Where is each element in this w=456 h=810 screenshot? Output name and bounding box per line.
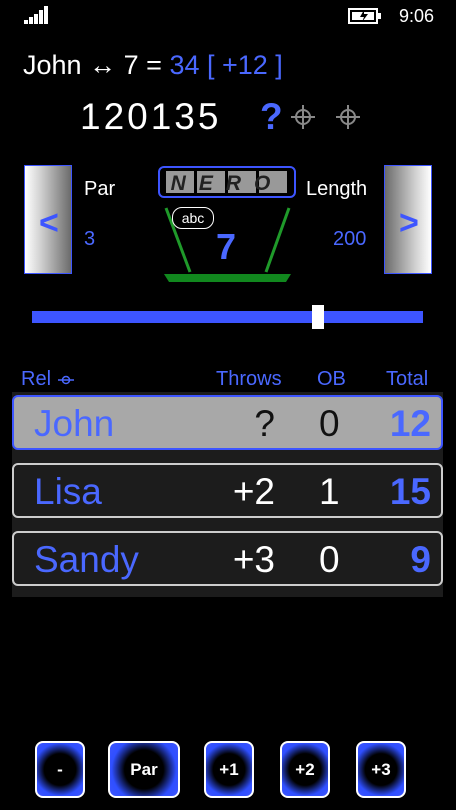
player-name: Lisa xyxy=(34,471,102,512)
header-total: Total xyxy=(386,368,429,390)
throws-value: +2 xyxy=(232,471,275,512)
plus-three-button[interactable]: +3 xyxy=(356,741,406,798)
score-summary: John ↔ 7 = 34 [ +12 ] xyxy=(23,50,283,81)
hole-number: 7 xyxy=(216,226,237,267)
total-value: 15 xyxy=(389,471,431,512)
clock: 9:06 xyxy=(399,6,435,26)
battery-charging-icon xyxy=(348,8,381,24)
signal-icon xyxy=(24,6,48,24)
crosshair-icon[interactable] xyxy=(290,104,316,130)
current-hole: 7 xyxy=(123,50,139,80)
abc-badge[interactable]: abc xyxy=(172,207,214,229)
next-hole-button[interactable]: > xyxy=(384,165,432,274)
hole-scores-row: 120135 xyxy=(80,96,222,137)
throws-value: ? xyxy=(254,403,275,444)
ob-value: 0 xyxy=(319,403,340,444)
par-label: Par xyxy=(84,178,116,200)
total-score: 34 xyxy=(169,50,200,80)
ob-value: 1 xyxy=(319,471,340,512)
unknown-score: ? xyxy=(260,96,283,137)
table-row[interactable]: Sandy +3 0 9 xyxy=(12,531,443,586)
link-icon xyxy=(57,375,74,384)
previous-hole-button[interactable]: < xyxy=(24,165,72,274)
minus-button[interactable]: - xyxy=(35,741,85,798)
hole-slider-track[interactable] xyxy=(32,311,423,323)
player-name: John xyxy=(34,403,115,444)
score-delta: [ +12 ] xyxy=(207,50,283,80)
header-throws: Throws xyxy=(216,368,282,390)
length-label: Length xyxy=(306,178,368,200)
total-value: 9 xyxy=(410,539,431,580)
header-ob: OB xyxy=(317,368,346,390)
chevron-left-icon: < xyxy=(39,204,59,242)
player-name: Sandy xyxy=(34,539,139,580)
plus-one-button[interactable]: +1 xyxy=(204,741,254,798)
hole-slider-thumb[interactable] xyxy=(312,305,325,329)
header-rel[interactable]: Rel xyxy=(21,368,75,391)
plus-two-button[interactable]: +2 xyxy=(280,741,330,798)
player-name: John xyxy=(23,50,82,80)
par-button[interactable]: Par xyxy=(108,741,180,798)
equals-sign: = xyxy=(146,50,162,80)
crosshair-icon[interactable] xyxy=(335,104,361,130)
throws-value: +3 xyxy=(232,539,275,580)
nero-logo: NERO xyxy=(158,166,296,198)
table-row[interactable]: John ? 0 12 xyxy=(12,395,443,450)
total-value: 12 xyxy=(389,403,431,444)
table-row[interactable]: Lisa +2 1 15 xyxy=(12,463,443,518)
par-value: 3 xyxy=(84,228,96,250)
status-bar: 9:06 xyxy=(0,0,456,34)
arrow-icon: ↔ xyxy=(89,50,117,80)
chevron-right-icon: > xyxy=(399,204,419,242)
svg-text:NERO: NERO xyxy=(171,172,284,195)
length-value: 200 xyxy=(333,228,367,250)
ob-value: 0 xyxy=(319,539,340,580)
